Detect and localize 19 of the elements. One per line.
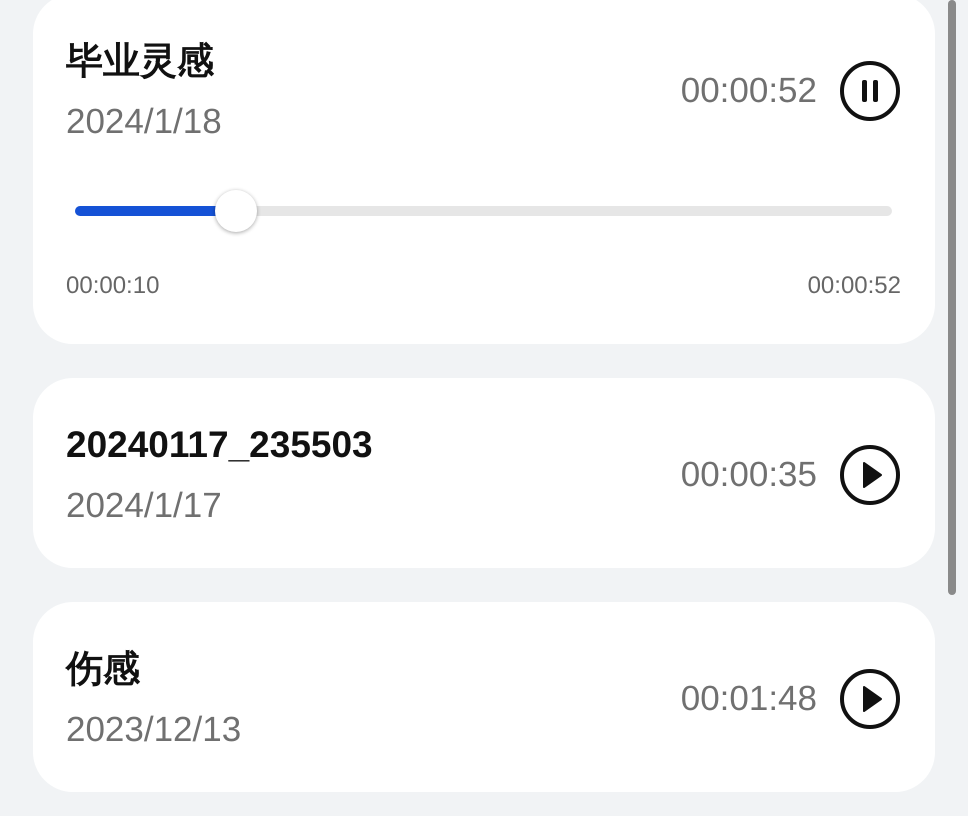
recording-card[interactable]: 20240117_235503 2024/1/17 00:00:35 xyxy=(33,378,935,568)
pause-button[interactable] xyxy=(839,60,901,122)
scrollbar[interactable] xyxy=(948,0,956,595)
recording-duration: 00:00:35 xyxy=(680,454,817,496)
recording-duration: 00:01:48 xyxy=(680,678,817,720)
recording-date: 2023/12/13 xyxy=(66,709,242,751)
recording-date: 2024/1/18 xyxy=(66,101,223,143)
recording-title: 伤感 xyxy=(66,647,141,691)
recording-duration: 00:00:52 xyxy=(680,70,817,112)
recording-card[interactable]: 毕业灵感 2024/1/18 00:00:52 00:00:10 00:00:52 xyxy=(33,0,935,344)
recording-date: 2024/1/17 xyxy=(66,485,223,527)
play-button[interactable] xyxy=(839,444,901,506)
recording-title: 毕业灵感 xyxy=(66,39,215,83)
play-button[interactable] xyxy=(839,668,901,730)
total-time: 00:00:52 xyxy=(808,271,901,301)
elapsed-time: 00:00:10 xyxy=(66,271,160,301)
recording-title: 20240117_235503 xyxy=(66,423,374,467)
slider-thumb[interactable] xyxy=(214,190,257,232)
recording-card[interactable]: 伤感 2023/12/13 00:01:48 xyxy=(33,602,935,792)
